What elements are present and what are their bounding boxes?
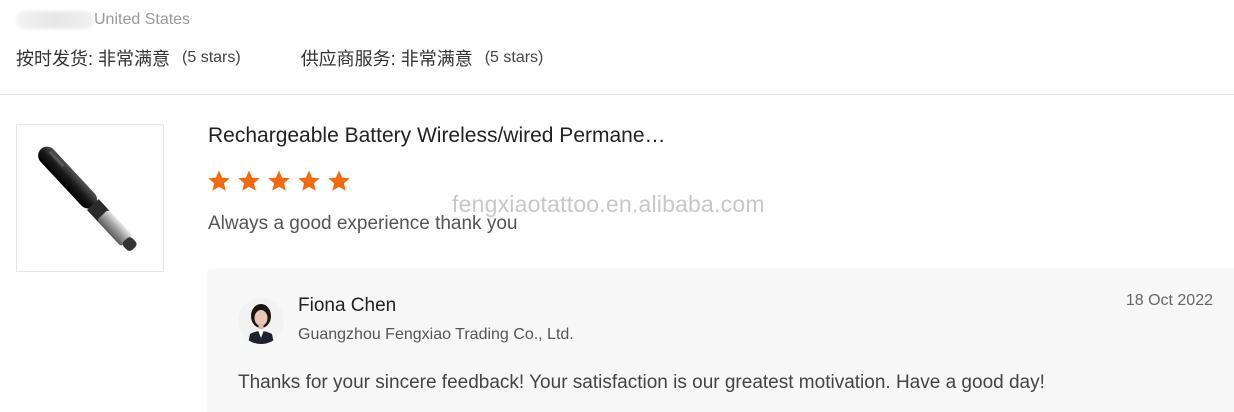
rating-shipping-stars: (5 stars) — [182, 49, 241, 66]
star-icon — [208, 170, 230, 191]
blurred-reviewer-name — [16, 11, 94, 29]
reply-text: Thanks for your sincere feedback! Your s… — [238, 372, 1045, 393]
rating-service-stars: (5 stars) — [484, 49, 544, 66]
product-thumbnail[interactable] — [16, 124, 164, 272]
supplier-ratings: 按时发货: 非常满意 (5 stars) 供应商服务: 非常满意 (5 star… — [16, 45, 543, 71]
avatar — [238, 298, 284, 344]
reviewer-location: United States — [16, 9, 190, 31]
review-star-rating — [207, 169, 357, 193]
rating-shipping: 按时发货: 非常满意 (5 stars) — [16, 45, 241, 71]
supplier-reply: Fiona Chen Guangzhou Fengxiao Trading Co… — [207, 268, 1234, 412]
header-section: United States 按时发货: 非常满意 (5 stars) 供应商服务… — [0, 0, 1234, 95]
replier-name: Fiona Chen — [298, 295, 397, 316]
reply-date: 18 Oct 2022 — [1125, 292, 1213, 309]
star-icon — [238, 170, 260, 191]
tattoo-pen-image — [38, 146, 137, 251]
product-title-link[interactable]: Rechargeable Battery Wireless/wired Perm… — [208, 124, 666, 148]
avatar-portrait-icon — [238, 298, 284, 344]
rating-shipping-label: 按时发货: 非常满意 — [16, 49, 171, 69]
star-icon — [328, 170, 350, 191]
watermark: fengxiaotattoo.en.alibaba.com — [452, 191, 765, 217]
country-label: United States — [94, 11, 191, 28]
star-icon — [268, 170, 290, 191]
rating-service: 供应商服务: 非常满意 (5 stars) — [301, 45, 544, 71]
replier-company: Guangzhou Fengxiao Trading Co., Ltd. — [298, 326, 574, 343]
star-icon — [298, 170, 320, 191]
rating-service-label: 供应商服务: 非常满意 — [300, 49, 473, 69]
